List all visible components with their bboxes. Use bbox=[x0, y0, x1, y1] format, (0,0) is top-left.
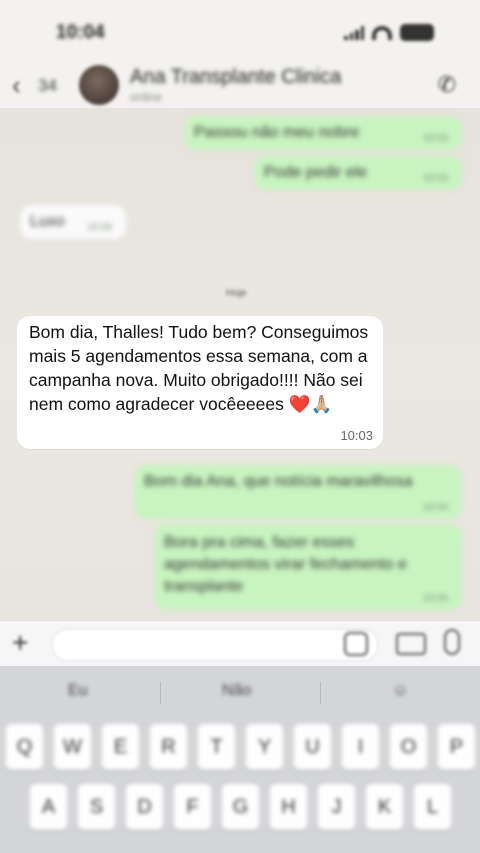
microphone-icon[interactable] bbox=[444, 629, 460, 655]
key-j[interactable]: J bbox=[318, 784, 355, 830]
key-s[interactable]: S bbox=[78, 784, 115, 830]
message-text: Pode pedir ele bbox=[264, 164, 368, 181]
chat-area[interactable]: Passou não meu nobre 10:03 Pode pedir el… bbox=[0, 108, 480, 620]
message-outgoing[interactable]: Passou não meu nobre 10:03 bbox=[184, 116, 462, 150]
key-o[interactable]: O bbox=[390, 724, 427, 770]
chat-header: ‹ 34 Ana Transplante Clinica online ✆ bbox=[0, 62, 480, 109]
message-text: Bom dia Ana, que notícia maravilhosa bbox=[144, 473, 413, 490]
phone-icon[interactable]: ✆ bbox=[438, 72, 456, 98]
composer-bar: + bbox=[0, 620, 480, 667]
message-text: Passou não meu nobre bbox=[194, 124, 360, 141]
back-chevron-icon[interactable]: ‹ bbox=[12, 70, 21, 101]
message-time: 10:03 bbox=[340, 428, 373, 443]
key-p[interactable]: P bbox=[438, 724, 475, 770]
camera-icon[interactable] bbox=[396, 633, 426, 655]
message-incoming[interactable]: Luxo 10:03 bbox=[20, 205, 126, 239]
message-text: Bom dia, Thalles! Tudo bem? Conseguimos … bbox=[29, 322, 369, 414]
message-incoming-focused[interactable]: Bom dia, Thalles! Tudo bem? Conseguimos … bbox=[17, 316, 383, 449]
key-a[interactable]: A bbox=[30, 784, 67, 830]
message-outgoing[interactable]: Bom dia Ana, que notícia maravilhosa 10:… bbox=[134, 465, 462, 519]
message-time: 10:03 bbox=[86, 222, 112, 233]
battery-icon bbox=[400, 24, 434, 41]
key-g[interactable]: G bbox=[222, 784, 259, 830]
key-l[interactable]: L bbox=[414, 784, 451, 830]
suggestion-1[interactable]: Eu bbox=[68, 682, 88, 700]
wifi-icon bbox=[372, 25, 392, 40]
suggestion-3[interactable]: ☺ bbox=[392, 682, 408, 700]
message-input[interactable] bbox=[52, 629, 378, 661]
avatar[interactable] bbox=[79, 65, 119, 105]
message-text: Luxo bbox=[30, 213, 65, 230]
sticker-icon[interactable] bbox=[344, 632, 368, 656]
key-d[interactable]: D bbox=[126, 784, 163, 830]
key-f[interactable]: F bbox=[174, 784, 211, 830]
message-time: 10:04 bbox=[422, 593, 448, 604]
message-time: 10:04 bbox=[422, 502, 448, 513]
key-q[interactable]: Q bbox=[6, 724, 43, 770]
key-i[interactable]: I bbox=[342, 724, 379, 770]
key-t[interactable]: T bbox=[198, 724, 235, 770]
signal-icon bbox=[344, 25, 364, 40]
keyboard: Eu Não ☺ QWERTYUIOP ASDFGHJKL bbox=[0, 666, 480, 853]
back-unread-count[interactable]: 34 bbox=[38, 76, 57, 96]
status-bar: 10:04 bbox=[0, 0, 480, 62]
attach-plus-icon[interactable]: + bbox=[12, 627, 28, 659]
key-w[interactable]: W bbox=[54, 724, 91, 770]
status-time: 10:04 bbox=[56, 22, 105, 43]
key-r[interactable]: R bbox=[150, 724, 187, 770]
suggestion-bar: Eu Não ☺ bbox=[0, 666, 480, 718]
message-time: 10:03 bbox=[422, 133, 448, 144]
status-icons bbox=[344, 24, 434, 41]
key-y[interactable]: Y bbox=[246, 724, 283, 770]
message-time: 10:03 bbox=[422, 173, 448, 184]
key-k[interactable]: K bbox=[366, 784, 403, 830]
contact-name[interactable]: Ana Transplante Clinica bbox=[130, 66, 341, 89]
message-outgoing[interactable]: Pode pedir ele 10:03 bbox=[254, 156, 462, 190]
key-e[interactable]: E bbox=[102, 724, 139, 770]
contact-status: online bbox=[130, 90, 163, 104]
key-u[interactable]: U bbox=[294, 724, 331, 770]
message-outgoing[interactable]: Bora pra cima, fazer esses agendamentos … bbox=[154, 524, 462, 610]
day-separator: Hoje bbox=[226, 288, 247, 299]
message-text: Bora pra cima, fazer esses agendamentos … bbox=[164, 534, 407, 595]
suggestion-2[interactable]: Não bbox=[222, 682, 251, 700]
key-h[interactable]: H bbox=[270, 784, 307, 830]
